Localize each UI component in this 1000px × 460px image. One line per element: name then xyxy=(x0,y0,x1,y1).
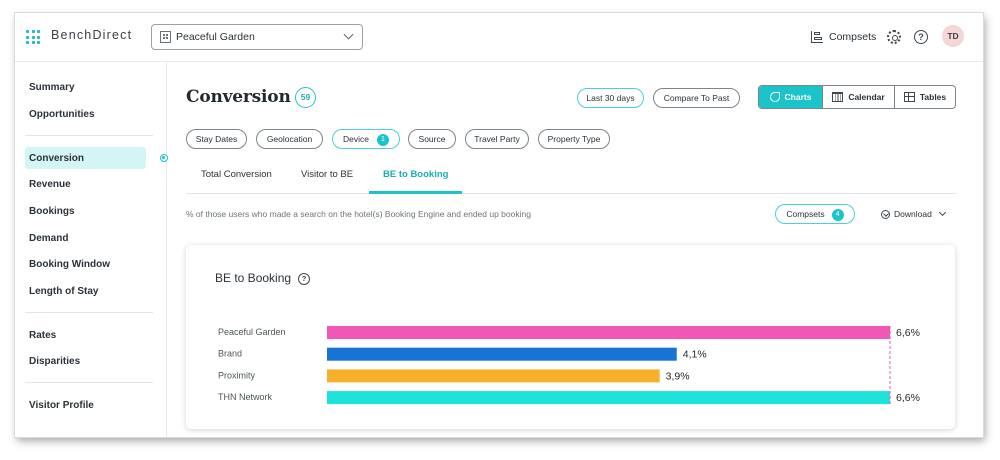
filter-source[interactable]: Source xyxy=(408,129,456,149)
active-tab-underline xyxy=(369,191,462,194)
sidebar-item-opportunities[interactable]: Opportunities xyxy=(29,109,95,120)
tabs-divider xyxy=(186,193,956,194)
calendar-view-label: Calendar xyxy=(848,92,885,102)
sidebar-item-revenue[interactable]: Revenue xyxy=(29,179,71,190)
tab-be-to-booking[interactable]: BE to Booking xyxy=(383,169,448,180)
chart-card: BE to Booking ? Peaceful Garden 6,6% Brand… xyxy=(186,245,955,429)
pie-chart-icon xyxy=(769,91,781,102)
filter-travel-party[interactable]: Travel Party xyxy=(465,129,529,149)
top-bar: BenchDirect Peaceful Garden Compsets ? T… xyxy=(15,13,983,62)
sidebar-divider xyxy=(25,135,153,136)
avatar[interactable]: TD xyxy=(942,25,964,47)
sidebar-divider xyxy=(25,312,153,313)
calendar-view-button[interactable]: Calendar xyxy=(822,86,894,108)
download-button[interactable]: Download xyxy=(881,208,946,219)
filter-label: Property Type xyxy=(547,134,601,144)
property-select-value: Peaceful Garden xyxy=(176,31,255,43)
sidebar: Summary Opportunities Conversion Revenue… xyxy=(15,62,168,437)
chevron-down-icon xyxy=(938,208,946,217)
page-title: Conversion xyxy=(186,87,291,107)
sidebar-item-visitor-profile[interactable]: Visitor Profile xyxy=(29,400,94,411)
compsets-button[interactable]: Compsets 4 xyxy=(775,204,855,224)
data-label: 4,1% xyxy=(683,349,707,361)
view-toggle: Charts Calendar Tables xyxy=(758,85,956,109)
compsets-count-badge: 4 xyxy=(831,209,844,221)
active-indicator-dot xyxy=(160,154,168,162)
tab-visitor-to-be[interactable]: Visitor to BE xyxy=(301,169,353,180)
compsets-link-label: Compsets xyxy=(829,31,877,43)
property-select[interactable]: Peaceful Garden xyxy=(151,24,363,50)
sidebar-divider xyxy=(25,382,153,383)
category-label: Brand xyxy=(218,349,242,359)
sidebar-item-bookings[interactable]: Bookings xyxy=(29,206,75,217)
download-label: Download xyxy=(894,209,932,219)
charts-view-label: Charts xyxy=(784,92,812,102)
app-window: BenchDirect Peaceful Garden Compsets ? T… xyxy=(15,13,983,437)
bar xyxy=(327,326,890,339)
bar xyxy=(327,369,660,383)
filter-label: Travel Party xyxy=(474,134,520,144)
compsets-button-label: Compsets xyxy=(786,209,825,219)
filter-device[interactable]: Device 1 xyxy=(332,129,400,149)
bar xyxy=(327,391,890,405)
sidebar-item-rates[interactable]: Rates xyxy=(29,330,56,341)
metric-description: % of those users who made a search on th… xyxy=(186,209,531,219)
category-label: Peaceful Garden xyxy=(218,327,286,337)
data-label: 6,6% xyxy=(896,327,920,339)
filter-label: Device xyxy=(343,134,369,144)
building-icon xyxy=(160,31,171,43)
filter-label: Geolocation xyxy=(266,134,313,144)
bar xyxy=(327,347,677,361)
compare-to-past-button[interactable]: Compare To Past xyxy=(653,88,740,108)
download-icon xyxy=(881,209,890,219)
bar-chart: Peaceful Garden 6,6% Brand 4,1% Proximity 3,9… xyxy=(218,326,920,405)
chevron-down-icon xyxy=(343,29,354,40)
sidebar-item-summary[interactable]: Summary xyxy=(29,82,75,93)
data-label: 6,6% xyxy=(896,392,920,404)
help-icon[interactable]: ? xyxy=(914,30,928,44)
filter-geolocation[interactable]: Geolocation xyxy=(256,129,323,149)
sidebar-item-length-of-stay[interactable]: Length of Stay xyxy=(29,286,98,297)
brand-logo: BenchDirect xyxy=(51,28,133,42)
app-grid-icon[interactable] xyxy=(26,30,40,44)
calendar-icon xyxy=(832,92,844,102)
tables-view-button[interactable]: Tables xyxy=(894,86,955,108)
sidebar-item-demand[interactable]: Demand xyxy=(29,233,68,244)
filter-property-type[interactable]: Property Type xyxy=(538,129,610,149)
category-label: Proximity xyxy=(218,370,256,380)
sidebar-item-disparities[interactable]: Disparities xyxy=(29,356,80,367)
filter-label: Source xyxy=(418,134,446,144)
data-label: 3,9% xyxy=(666,370,690,382)
filter-label: Stay Dates xyxy=(195,134,238,144)
table-icon xyxy=(903,92,915,102)
sidebar-item-conversion[interactable]: Conversion xyxy=(29,153,84,164)
gear-icon[interactable] xyxy=(887,30,901,44)
compsets-icon xyxy=(811,31,823,43)
tab-total-conversion[interactable]: Total Conversion xyxy=(201,169,272,180)
sidebar-item-booking-window[interactable]: Booking Window xyxy=(29,259,110,270)
count-badge: 59 xyxy=(295,87,316,108)
charts-view-button[interactable]: Charts xyxy=(759,86,822,108)
filter-count-badge: 1 xyxy=(376,134,389,146)
category-label: THN Network xyxy=(218,392,273,402)
compsets-link[interactable]: Compsets xyxy=(811,29,876,45)
tables-view-label: Tables xyxy=(919,92,947,102)
date-range-button[interactable]: Last 30 days xyxy=(577,88,644,108)
filter-stay-dates[interactable]: Stay Dates xyxy=(186,129,247,149)
